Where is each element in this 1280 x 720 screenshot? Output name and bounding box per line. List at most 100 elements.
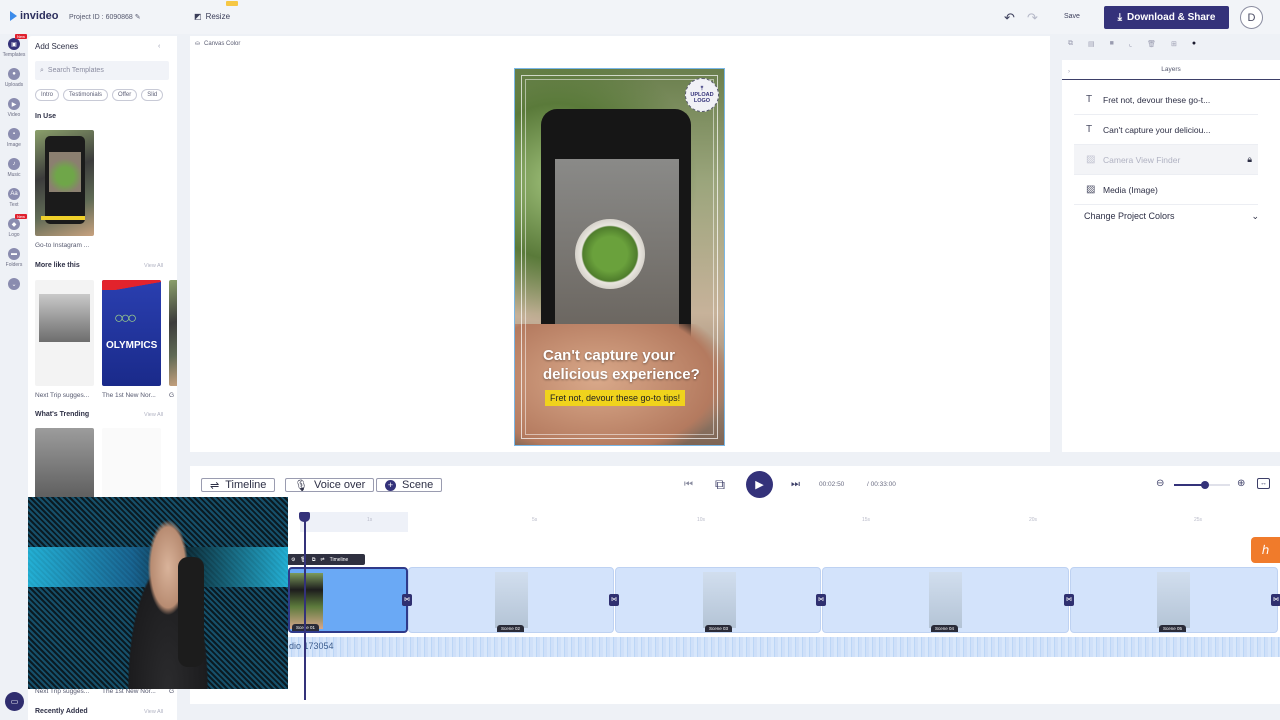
template-thumb-instagram[interactable] [35,130,94,236]
timeline-toggle-button[interactable]: ⇌ Timeline [201,478,276,492]
left-rail: ▣ New Templates ● Uploads ▶ Video ▪ Imag… [0,34,28,720]
template-thumb-olympics[interactable]: ○○○ OLYMPICS [102,280,161,386]
audio-track[interactable] [288,637,1280,657]
view-all-link[interactable]: View All [144,709,163,715]
change-project-colors[interactable]: Change Project Colors ⌄ [1084,211,1259,222]
scene-clip[interactable]: Scene 03 [615,567,821,633]
play-button[interactable]: ▶ [746,471,773,498]
timeline-icon[interactable]: ⇌ [320,557,324,563]
view-all-link[interactable]: View All [144,412,163,418]
microphone-icon: 🎙︎ [294,479,308,492]
transition-icon[interactable]: ⋈ [402,594,412,606]
add-scene-button[interactable]: + Scene [376,478,443,492]
whats-trending-title: What's Trending [35,411,90,418]
template-thumb-partial[interactable] [169,280,177,386]
invideo-logo[interactable]: invideo [10,10,59,22]
skip-forward-icon[interactable]: ⏭ [791,479,800,490]
view-all-link[interactable]: View All [144,263,163,269]
redo-icon[interactable]: ↷ [1027,10,1038,26]
scene-thumbnail [1157,572,1190,628]
video-stage[interactable]: ⤒ UPLOAD LOGO Can't capture your delicio… [514,68,725,446]
rail-item-music[interactable]: ♪ Music [0,158,28,178]
rail-item-uploads[interactable]: ● Uploads [0,68,28,88]
rail-item-video[interactable]: ▶ Video [0,98,28,118]
download-share-button[interactable]: ⤓ Download & Share [1104,6,1229,29]
zoom-knob[interactable] [1200,481,1209,489]
image-icon: ▨ [1086,184,1096,195]
skip-back-icon[interactable]: ⏮ [684,479,693,490]
chip-intro[interactable]: Intro [35,89,60,101]
layer-item[interactable]: T Fret not, devour these go-t... [1074,85,1258,115]
resize-button[interactable]: ◩ Resize [194,12,230,21]
edit-pencil-icon[interactable]: ✎ [135,14,141,21]
project-id-text: Project ID : 6090868 [69,14,133,21]
template-thumb-trip[interactable] [35,280,94,386]
more-like-this-title: More like this [35,262,80,269]
download-icon: ⤓ [1117,12,1123,23]
zoom-out-icon[interactable]: ⊖ [1156,478,1164,489]
grid-icon[interactable]: ⊞ [1171,40,1177,48]
rail-item-folders[interactable]: ▬ Folders [0,248,28,268]
duplicate-icon[interactable]: ⧉ [312,557,316,563]
transition-icon[interactable]: ⋈ [816,594,826,606]
rail-more-button[interactable]: ⌄ [0,278,28,292]
close-panel-icon[interactable]: › [1068,62,1070,82]
crop-icon[interactable]: ⌞ [1129,40,1132,48]
collapse-panel-icon[interactable]: ‹ [158,43,160,50]
transition-icon[interactable]: ⋈ [609,594,619,606]
headline-text[interactable]: Can't capture your delicious experience? [543,346,713,384]
total-time: / 00:33:00 [867,481,896,488]
voice-over-label: Voice over [313,479,366,491]
settings-dot-icon[interactable]: ● [1192,40,1196,48]
help-widget-button[interactable]: ℎ [1251,537,1280,563]
image-icon: ▪ [8,128,20,140]
rail-item-image[interactable]: ▪ Image [0,128,28,148]
lock-icon[interactable]: 🔒︎ [1247,154,1252,165]
rail-label: Video [7,112,21,118]
scene-clip[interactable]: Scene 04 [822,567,1069,633]
scene-clip[interactable]: Scene 01 [288,567,408,633]
preview-icon[interactable]: ⧉ [715,476,725,493]
project-id[interactable]: Project ID : 6090868 ✎ [69,13,141,21]
playhead[interactable] [304,514,306,700]
subline-text[interactable]: Fret not, devour these go-to tips! [545,390,686,406]
save-button[interactable]: Save [1064,13,1080,20]
zoom-slider[interactable] [1174,481,1230,489]
chip-offer[interactable]: Offer [112,89,138,101]
rail-item-text[interactable]: Aa Text [0,188,28,208]
rail-label: Folders [5,262,23,268]
scene-toolbar-label[interactable]: Timeline [330,557,349,563]
image-icon: ▨ [1086,154,1096,165]
thumb-caption: Go-to Instagram ... [35,242,90,249]
chip-testimonials[interactable]: Testimonials [63,89,109,101]
upload-logo-placeholder[interactable]: ⤒ UPLOAD LOGO [685,78,719,112]
scene-clip[interactable]: Scene 02 [408,567,614,633]
scene-clip[interactable]: Scene 05 [1070,567,1278,633]
bring-front-icon[interactable]: ■ [1110,40,1114,48]
undo-icon[interactable]: ↶ [1004,10,1015,26]
logo-icon: ◆ [8,218,20,230]
fit-width-icon[interactable]: ↔ [1257,478,1270,489]
rail-item-templates[interactable]: ▣ New Templates [0,34,28,58]
chat-support-button[interactable]: ▭ [5,692,24,711]
chip-slides[interactable]: Slid [141,89,164,101]
audio-track-label: dio 173054 [289,641,334,651]
settings-icon[interactable]: ⚙ [291,557,295,563]
search-templates-input[interactable]: ⌕ Search Templates [35,61,169,80]
transition-icon[interactable]: ⋈ [1064,594,1074,606]
voice-over-button[interactable]: 🎙︎ Voice over [285,478,375,492]
rail-item-logo[interactable]: ◆ New Logo [0,214,28,238]
chat-icon: ▭ [10,697,19,706]
avatar[interactable]: D [1240,6,1263,29]
paste-icon[interactable]: ▤ [1088,40,1095,48]
delete-icon[interactable]: 🗑 [1147,40,1156,48]
duplicate-icon[interactable]: ⧉ [1068,40,1073,48]
transition-icon[interactable]: ⋈ [1271,594,1280,606]
layer-item[interactable]: T Can't capture your deliciou... [1074,115,1258,145]
timeline-label: Timeline [225,479,267,491]
canvas-color-button[interactable]: ⛀ Canvas Color [195,40,240,48]
zoom-in-icon[interactable]: ⊕ [1237,478,1245,489]
layer-item[interactable]: ▨ Media (Image) [1074,175,1258,205]
recently-added-title: Recently Added [35,708,88,715]
layer-item[interactable]: ▨ Camera View Finder 🔒︎ [1074,145,1258,175]
